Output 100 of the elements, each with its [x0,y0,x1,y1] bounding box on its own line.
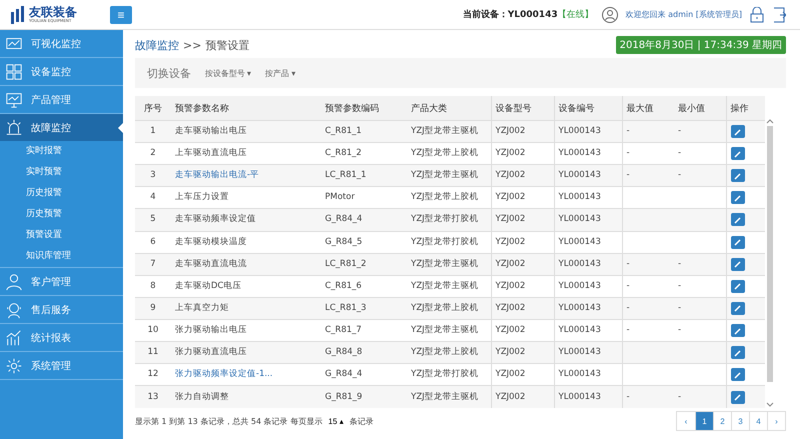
table-cell: YZJ型龙带主驱机 [411,325,479,336]
pagination-summary: 显示第 1 到第 13 条记录，总共 54 条记录 每页显示 [135,416,322,426]
sidebar-item[interactable]: 售后服务 [0,296,123,324]
column-header: 最大值 [622,96,674,120]
table-cell: - [678,325,682,336]
sidebar-item[interactable]: 可视化监控 [0,30,123,58]
device-status: 【在线】 [558,8,594,21]
table-cell: 上车压力设置 [175,192,229,202]
table-cell: - [678,302,682,313]
table-cell: YL000143 [558,302,601,313]
pencil-icon [734,370,742,379]
edit-button[interactable] [730,125,744,138]
table-cell: 8 [150,280,156,291]
sidebar-item[interactable]: 客户管理 [0,268,123,296]
sidebar-subitem[interactable]: 预警设置 [0,225,123,246]
table-cell: C_R81_1 [325,126,362,136]
sidebar-item[interactable]: 故障监控 [0,114,123,141]
sidebar-subitem[interactable]: 知识库管理 [0,246,123,267]
scrollbar[interactable] [765,118,775,408]
logo-icon [10,6,26,24]
table-cell: YZJ002 [496,302,526,313]
logo-text: 友联装备 [29,6,77,18]
edit-button[interactable] [730,368,744,382]
table-cell: YZJ型龙带上胶机 [411,302,479,313]
edit-button[interactable] [730,280,744,293]
edit-button[interactable] [730,147,744,160]
table-cell: YZJ型龙带打胶机 [411,214,479,224]
lock-icon[interactable] [750,6,764,22]
page-button[interactable]: 1 [695,412,713,430]
table-cell: YZJ型龙带打胶机 [411,236,479,247]
filter-dropdown[interactable]: 按产品 ▾ [265,68,296,78]
edit-button[interactable] [730,213,744,226]
sidebar-item-icon [5,300,23,318]
pagination-suffix: 条记录 [349,416,374,426]
table-cell: YL000143 [558,192,601,202]
sidebar-item-icon [5,356,23,374]
page-size-dropdown[interactable]: 15 ▴ [328,416,344,426]
table-cell: 张力驱动直流电压 [175,347,247,358]
table-cell: YZJ002 [496,347,526,358]
sidebar-item[interactable]: 系统管理 [0,352,123,380]
table-cell: 4 [150,192,156,202]
table-cell: - [678,258,682,269]
column-header: 预警参数编码 [321,96,407,120]
table-cell: YZJ002 [496,126,526,136]
table-cell: YZJ002 [496,170,526,180]
pencil-icon [734,260,742,268]
table-cell: YZJ型龙带上胶机 [411,192,479,202]
table-cell: YZJ型龙带打胶机 [411,369,479,380]
table-cell: YZJ002 [496,214,526,224]
sidebar-item[interactable]: 统计报表 [0,324,123,352]
table-cell: YZJ002 [496,325,526,336]
table-cell: 走车驱动频率设定值 [175,214,256,224]
sidebar-item-icon [5,90,23,108]
table-cell: 13 [148,392,158,402]
edit-button[interactable] [730,324,744,338]
breadcrumb-link[interactable]: 故障监控 [135,38,179,52]
table-cell: 3 [150,170,156,180]
toolbar-title: 切换设备 [147,66,191,80]
table-cell: - [678,148,682,158]
sidebar-item-icon [5,328,23,346]
column-header: 操作 [726,96,765,120]
sidebar-item[interactable]: 设备监控 [0,58,123,86]
table-cell: YZJ型龙带主驱机 [411,392,479,402]
table-cell: G_R84_8 [325,347,362,358]
sidebar-subitem[interactable]: 实时预警 [0,162,123,183]
table-cell: 10 [148,325,158,336]
table-cell: YZJ002 [496,148,526,158]
edit-button[interactable] [730,390,744,404]
edit-button[interactable] [730,258,744,271]
edit-button[interactable] [730,191,744,204]
edit-button[interactable] [730,169,744,182]
table-cell: YL000143 [558,214,601,224]
table-link[interactable]: 张力驱动频率设定值-1... [175,369,273,380]
sidebar-subitem[interactable]: 历史预警 [0,204,123,225]
menu-toggle-button[interactable]: ≡ [110,6,132,24]
sidebar-subitem[interactable]: 历史报警 [0,183,123,204]
edit-button[interactable] [730,302,744,315]
table-cell: YL000143 [558,126,601,136]
table-cell: YZJ型龙带上胶机 [411,148,479,158]
table-cell: - [678,126,682,136]
table-cell: 走车驱动直流电流 [175,258,247,269]
sidebar-subitem[interactable]: 实时报警 [0,141,123,162]
edit-button[interactable] [730,236,744,249]
pencil-icon [734,238,742,246]
table-cell: - [678,280,682,291]
edit-button[interactable] [730,346,744,360]
table-cell: 张力自动调整 [175,392,229,402]
column-header: 产品大类 [407,96,491,120]
scroll-up-icon[interactable] [766,118,774,124]
table-cell: 11 [148,347,158,358]
column-header: 最小值 [674,96,726,120]
breadcrumb-current: 预警设置 [205,38,250,52]
scroll-down-icon[interactable] [766,402,774,408]
pencil-icon [734,150,742,158]
table-cell: - [626,280,630,291]
pencil-icon [734,393,742,402]
table-cell: 走车驱动模块温度 [175,236,247,247]
logout-icon[interactable] [772,6,786,22]
table-cell: YZJ002 [496,280,526,291]
filter-dropdown[interactable]: 按设备型号 ▾ [205,68,252,78]
